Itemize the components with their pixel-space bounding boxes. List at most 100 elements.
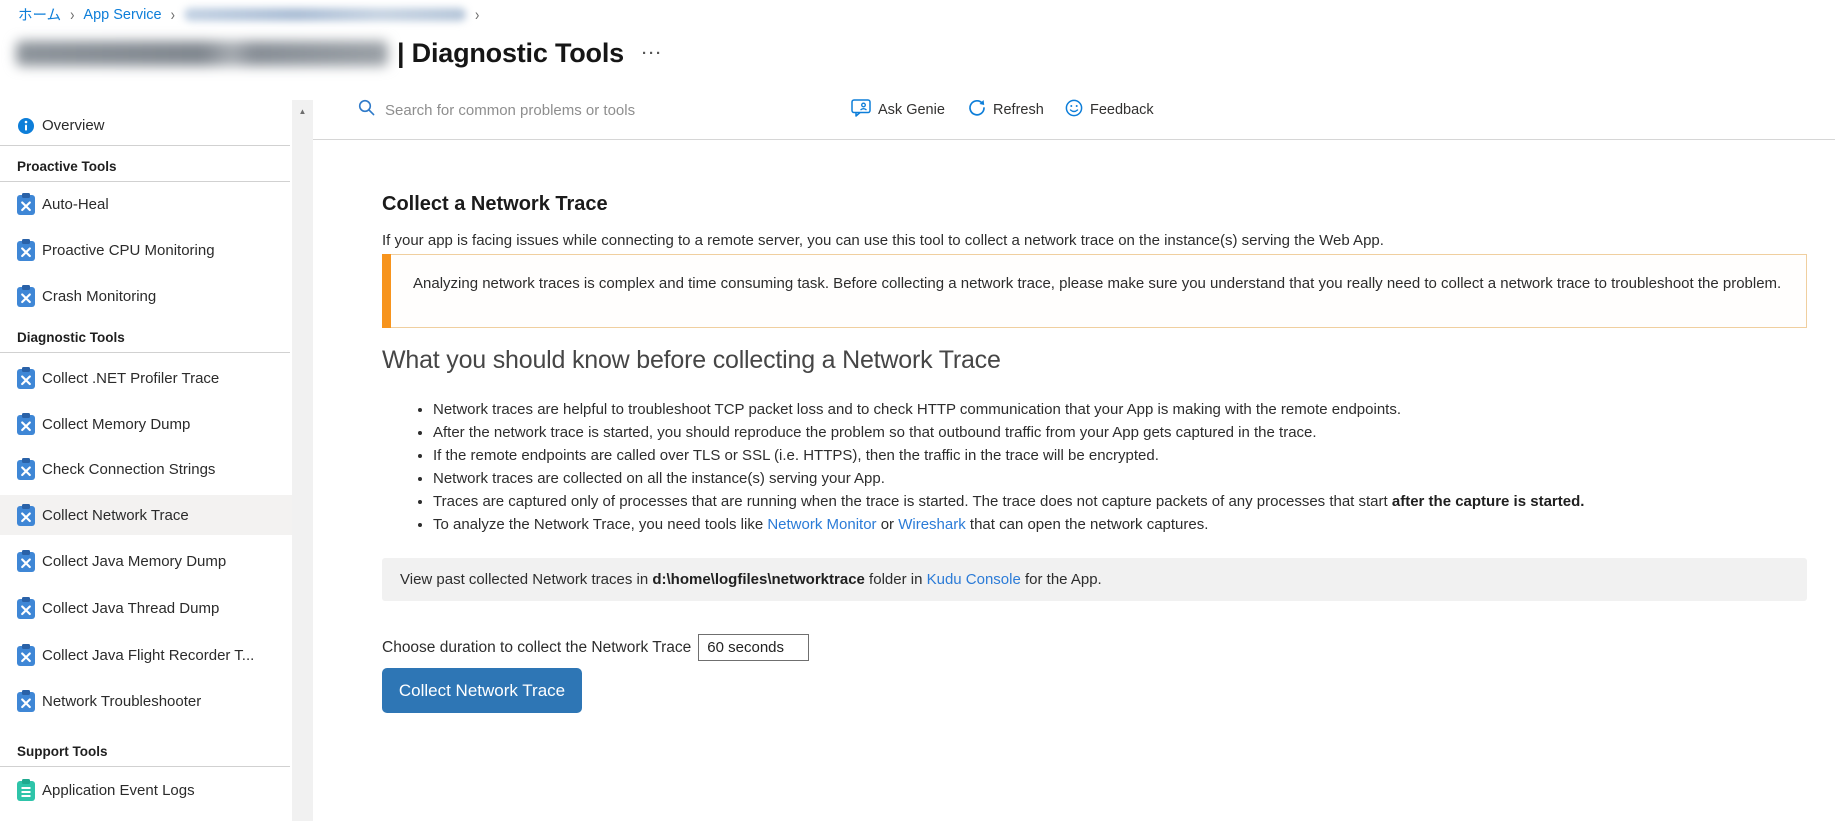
sidebar-item-collect-java-memory-dump[interactable]: Collect Java Memory Dump [0, 541, 292, 581]
breadcrumb-home-link[interactable]: ホーム [18, 4, 61, 25]
sidebar-item-label: Collect Java Thread Dump [42, 599, 220, 617]
collect-network-trace-button[interactable]: Collect Network Trace [382, 668, 582, 713]
text-segment: Network traces are helpful to troublesho… [433, 401, 1401, 418]
duration-label: Choose duration to collect the Network T… [382, 638, 692, 656]
sidebar-item-label: Collect .NET Profiler Trace [42, 369, 220, 387]
sidebar-item-collect-memory-dump[interactable]: Collect Memory Dump [0, 404, 292, 444]
text-segment: View past collected Network traces in [400, 571, 653, 588]
sidebar-item-collect-java-flight-recorder-t[interactable]: Collect Java Flight Recorder T... [0, 635, 292, 675]
text-segment: after the capture is started. [1391, 493, 1585, 510]
warning-accent-bar [382, 254, 391, 328]
diagnose-tool-icon [17, 644, 35, 666]
feedback-label: Feedback [1090, 102, 1154, 118]
refresh-icon [968, 99, 986, 121]
diagnose-tool-icon [17, 239, 35, 261]
diagnose-tool-icon [17, 504, 35, 526]
search-icon [358, 99, 375, 121]
sidebar-item-proactive-cpu-monitoring[interactable]: Proactive CPU Monitoring [0, 230, 292, 270]
bullet-item: After the network trace is started, you … [433, 421, 1807, 444]
info-icon [0, 115, 34, 137]
past-traces-info-text: View past collected Network traces in d:… [400, 571, 1102, 588]
sidebar-item-label: Collect Java Flight Recorder T... [42, 646, 255, 664]
search-input[interactable] [385, 101, 685, 119]
duration-row: Choose duration to collect the Network T… [382, 634, 810, 661]
diagnose-tool-icon [17, 690, 35, 712]
bullet-item: If the remote endpoints are called over … [433, 444, 1807, 467]
diagnose-tool-icon [17, 413, 35, 435]
text-segment: To analyze the Network Trace, you need t… [433, 516, 768, 533]
info-bullet-list: Network traces are helpful to troublesho… [382, 398, 1807, 536]
bullet-item: Network traces are helpful to troublesho… [433, 398, 1807, 421]
refresh-button[interactable]: Refresh [968, 99, 1044, 121]
inline-link[interactable]: Network Monitor [767, 516, 876, 533]
sidebar-item-check-connection-strings[interactable]: Check Connection Strings [0, 449, 292, 489]
sidebar-item-label: Application Event Logs [42, 781, 195, 799]
sidebar-item-auto-heal[interactable]: Auto-Heal [0, 184, 292, 224]
text-segment: folder in [864, 571, 927, 588]
sidebar-item-crash-monitoring[interactable]: Crash Monitoring [0, 276, 292, 316]
page-title: | Diagnostic Tools [397, 38, 624, 68]
sidebar-section-header-proactive-tools: Proactive Tools [0, 150, 290, 182]
sidebar-section-header-diagnostic-tools: Diagnostic Tools [0, 321, 290, 353]
page-title-bar: | Diagnostic Tools ··· [16, 38, 663, 69]
warning-callout: Analyzing network traces is complex and … [382, 254, 1807, 328]
sidebar-item-collect-java-thread-dump[interactable]: Collect Java Thread Dump [0, 588, 292, 628]
sidebar-item-label: Check Connection Strings [42, 460, 216, 478]
diagnose-tool-icon [17, 550, 35, 572]
section-heading: What you should know before collecting a… [382, 346, 1001, 374]
sidebar-item-network-troubleshooter[interactable]: Network Troubleshooter [0, 681, 292, 721]
sidebar-item-label: Proactive CPU Monitoring [42, 241, 215, 259]
text-segment: If the remote endpoints are called over … [433, 447, 1159, 464]
toolbar: Ask Genie Refresh Feedback [313, 85, 1835, 140]
text-segment: that can open the network captures. [965, 516, 1209, 533]
sidebar-scrollbar[interactable]: ▲ [292, 100, 313, 821]
breadcrumb-separator: › [70, 5, 75, 24]
breadcrumb-app-service-link[interactable]: App Service [83, 7, 161, 23]
text-segment: d:\home\logfiles\networktrace [652, 571, 865, 588]
scroll-up-arrow-icon[interactable]: ▲ [292, 100, 313, 116]
warning-text: Analyzing network traces is complex and … [413, 275, 1782, 292]
tool-heading: Collect a Network Trace [382, 193, 608, 215]
diagnose-tool-icon [17, 458, 35, 480]
sidebar-item-label: Collect Network Trace [42, 506, 189, 524]
text-segment: Traces are captured only of processes th… [433, 493, 1392, 510]
diagnostic-tools-sidebar: Overview Proactive Tools Auto-Heal Proactiv… [0, 85, 292, 821]
text-segment: Network traces are collected on all the … [433, 470, 885, 487]
duration-input[interactable] [698, 634, 810, 661]
breadcrumb-separator: › [474, 5, 480, 24]
sidebar-item-overview[interactable]: Overview [0, 106, 290, 146]
ask-genie-label: Ask Genie [878, 102, 945, 118]
collect-network-trace-panel: Collect a Network Trace If your app is f… [382, 140, 1807, 821]
diagnose-tool-icon [17, 193, 35, 215]
diagnose-tool-icon [17, 597, 35, 619]
diagnose-tool-icon [17, 367, 35, 389]
text-segment: After the network trace is started, you … [433, 424, 1317, 441]
sidebar-item-collect-net-profiler-trace[interactable]: Collect .NET Profiler Trace [0, 358, 292, 398]
sidebar-item-label: Crash Monitoring [42, 287, 157, 305]
text-segment: or [876, 516, 899, 533]
sidebar-item-label: Collect Memory Dump [42, 415, 191, 433]
more-options-icon[interactable]: ··· [642, 45, 663, 62]
inline-link[interactable]: Wireshark [898, 516, 966, 533]
breadcrumb-separator: › [170, 5, 175, 24]
sidebar-item-label: Auto-Heal [42, 195, 109, 213]
past-traces-info-bar: View past collected Network traces in d:… [382, 558, 1807, 601]
sidebar-item-application-event-logs[interactable]: Application Event Logs [0, 770, 292, 810]
feedback-icon [1065, 99, 1083, 121]
sidebar-item-label: Overview [42, 117, 105, 134]
event-logs-icon [17, 779, 35, 801]
sidebar-item-label: Collect Java Memory Dump [42, 552, 227, 570]
refresh-label: Refresh [993, 102, 1044, 118]
redacted-breadcrumb-item[interactable] [183, 8, 466, 21]
feedback-button[interactable]: Feedback [1065, 99, 1154, 121]
inline-link[interactable]: Kudu Console [927, 571, 1021, 588]
ask-genie-button[interactable]: Ask Genie [851, 99, 945, 121]
tool-intro-text: If your app is facing issues while conne… [382, 232, 1384, 249]
ask-genie-icon [851, 99, 871, 121]
redacted-resource-name [16, 41, 388, 66]
diagnostic-tools-page: ホーム › App Service › › | Diagnostic Tools… [0, 0, 1835, 821]
bullet-item: Network traces are collected on all the … [433, 467, 1807, 490]
breadcrumb: ホーム › App Service › › [18, 4, 479, 25]
sidebar-item-collect-network-trace[interactable]: Collect Network Trace [0, 495, 292, 535]
diagnose-tool-icon [17, 285, 35, 307]
